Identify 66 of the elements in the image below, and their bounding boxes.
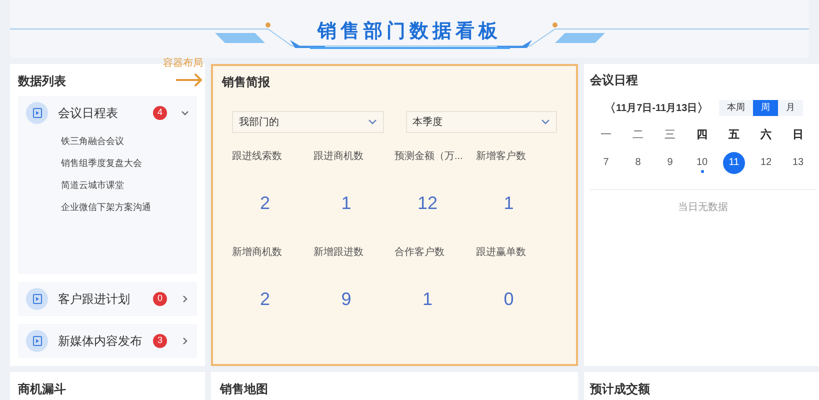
- empty-message: 当日无数据: [677, 200, 729, 215]
- count-badge: 3: [153, 334, 167, 348]
- metric-value: 2: [258, 288, 271, 311]
- arrow-right-icon: [175, 73, 203, 87]
- metric-label: 跟进商机数: [313, 150, 364, 164]
- calendar-date[interactable]: 9: [659, 152, 681, 174]
- document-icon: [26, 330, 48, 352]
- view-tab[interactable]: 月: [778, 100, 804, 116]
- metric-label: 新增跟进数: [313, 246, 364, 260]
- metric-label: 预测金额（万...: [394, 150, 464, 164]
- document-icon: [26, 102, 48, 124]
- panel-title: 销售地图: [220, 381, 269, 398]
- metric-label: 跟进线索数: [232, 150, 283, 164]
- metric-value: 1: [502, 192, 515, 215]
- metric-value: 12: [416, 192, 439, 215]
- weekday-label: 一: [600, 128, 612, 143]
- next-week-button[interactable]: 〉: [697, 99, 710, 117]
- count-badge: 4: [153, 106, 167, 120]
- list-group-header[interactable]: 会议日程表 4: [18, 96, 197, 130]
- weekday-label: 日: [792, 128, 804, 143]
- filter-select[interactable]: 我部门的: [232, 111, 384, 133]
- metric-label: 新增客户数: [476, 150, 527, 164]
- previous-week-button[interactable]: 〈: [604, 99, 616, 117]
- calendar-date[interactable]: 12: [755, 152, 777, 174]
- calendar-date[interactable]: 10: [691, 152, 713, 174]
- metric-value: 1: [421, 288, 434, 311]
- list-item[interactable]: 铁三角融合会议: [18, 130, 197, 152]
- metric-label: 新增商机数: [232, 246, 283, 260]
- filter-select[interactable]: 本季度: [406, 111, 557, 133]
- list-item[interactable]: 销售组季度复盘大会: [18, 152, 197, 174]
- weekday-label: 六: [760, 128, 772, 143]
- calendar-date[interactable]: 7: [595, 152, 617, 174]
- document-icon: [26, 288, 48, 310]
- metric-label: 合作客户数: [394, 246, 446, 260]
- chevron-right-icon: [181, 295, 189, 303]
- weekday-label: 二: [632, 128, 644, 143]
- calendar-date[interactable]: 13: [787, 152, 809, 174]
- metric-value: 1: [340, 192, 352, 215]
- calendar-date[interactable]: 11: [723, 152, 745, 174]
- chevron-down-icon: [181, 109, 189, 117]
- metric-value: 0: [502, 288, 515, 311]
- chevron-down-icon: [368, 119, 376, 125]
- chevron-down-icon: [541, 119, 550, 125]
- calendar-date[interactable]: 8: [627, 152, 649, 174]
- dashboard-title: 销售部门数据看板: [318, 20, 502, 44]
- chevron-right-icon: [181, 337, 189, 345]
- metric-value: 2: [258, 192, 271, 215]
- metric-value: 9: [340, 288, 352, 311]
- annotation-label: 容器布局: [163, 56, 203, 71]
- count-badge: 0: [153, 292, 167, 306]
- metric-label: 跟进赢单数: [476, 246, 527, 260]
- list-group-header[interactable]: 新媒体内容发布 3: [18, 324, 197, 358]
- panel-title: 预计成交额: [590, 381, 651, 398]
- view-tab[interactable]: 本周: [719, 100, 754, 116]
- list-item[interactable]: 企业微信下架方案沟通: [18, 196, 197, 218]
- weekday-label: 三: [664, 128, 676, 143]
- panel-title: 会议日程: [590, 72, 639, 89]
- weekday-label: 四: [696, 128, 708, 143]
- panel-title: 数据列表: [18, 73, 66, 90]
- panel-title: 商机漏斗: [18, 381, 67, 398]
- list-group-header[interactable]: 客户跟进计划 0: [18, 282, 197, 316]
- panel-title: 销售简报: [222, 74, 271, 91]
- weekday-label: 五: [728, 128, 740, 143]
- view-tab[interactable]: 周: [753, 100, 778, 116]
- list-item[interactable]: 简道云城市课堂: [18, 174, 197, 196]
- date-range: 11月7日-11月13日: [616, 102, 698, 116]
